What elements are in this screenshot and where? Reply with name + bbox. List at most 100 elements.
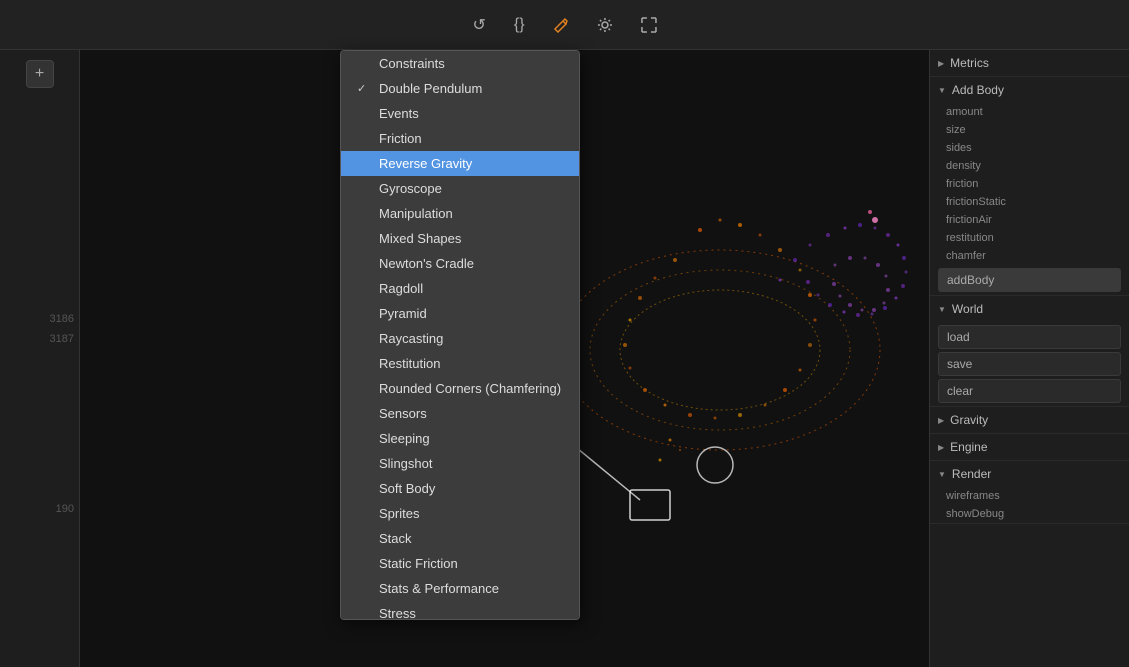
coord-y2: 3187 [0, 330, 78, 345]
settings-button[interactable] [589, 13, 621, 37]
metrics-header[interactable]: ▶ Metrics [930, 50, 1129, 76]
dropdown-label-reverse-gravity: Reverse Gravity [379, 156, 472, 171]
dropdown-item-newtons-cradle[interactable]: Newton's Cradle [341, 251, 579, 276]
dropdown-label-constraints: Constraints [379, 56, 445, 71]
world-load-button[interactable]: load [938, 325, 1121, 349]
dropdown-item-restitution[interactable]: Restitution [341, 351, 579, 376]
dropdown-item-raycasting[interactable]: Raycasting [341, 326, 579, 351]
render-header[interactable]: ▼ Render [930, 461, 1129, 487]
dropdown-item-double-pendulum[interactable]: ✓ Double Pendulum [341, 76, 579, 101]
refresh-button[interactable]: ↺ [464, 11, 493, 39]
prop-friction-static: frictionStatic [930, 193, 1129, 211]
prop-chamfer: chamfer [930, 247, 1129, 265]
add-body-section: ▼ Add Body amount size sides density fri… [930, 77, 1129, 296]
render-triangle: ▼ [938, 470, 946, 479]
dropdown-item-reverse-gravity[interactable]: Reverse Gravity [341, 151, 579, 176]
dropdown-label-manipulation: Manipulation [379, 206, 453, 221]
left-sidebar: + [0, 50, 80, 667]
world-clear-button[interactable]: clear [938, 379, 1121, 403]
gravity-section: ▶ Gravity [930, 407, 1129, 434]
world-label: World [952, 302, 983, 316]
dropdown-label-stack: Stack [379, 531, 412, 546]
prop-density: density [930, 157, 1129, 175]
dropdown-label-stats-performance: Stats & Performance [379, 581, 499, 596]
toolbar: ↺ {} [0, 0, 1129, 50]
gravity-label: Gravity [950, 413, 988, 427]
dropdown-label-restitution: Restitution [379, 356, 440, 371]
add-body-triangle: ▼ [938, 86, 946, 95]
dropdown-label-mixed-shapes: Mixed Shapes [379, 231, 461, 246]
dropdown-item-stats-performance[interactable]: Stats & Performance [341, 576, 579, 601]
fullscreen-icon [641, 17, 657, 33]
dropdown-item-stress[interactable]: Stress [341, 601, 579, 620]
dropdown-item-rounded-corners[interactable]: Rounded Corners (Chamfering) [341, 376, 579, 401]
dropdown-label-slingshot: Slingshot [379, 456, 432, 471]
fullscreen-button[interactable] [633, 13, 665, 37]
render-section: ▼ Render wireframes showDebug [930, 461, 1129, 524]
dropdown-label-gyroscope: Gyroscope [379, 181, 442, 196]
prop-amount: amount [930, 103, 1129, 121]
dropdown-label-sprites: Sprites [379, 506, 419, 521]
edit-button[interactable] [545, 13, 577, 37]
world-section: ▼ World load save clear [930, 296, 1129, 407]
render-label: Render [952, 467, 991, 481]
metrics-section: ▶ Metrics [930, 50, 1129, 77]
prop-friction-air: frictionAir [930, 211, 1129, 229]
dropdown-item-static-friction[interactable]: Static Friction [341, 551, 579, 576]
world-save-button[interactable]: save [938, 352, 1121, 376]
toolbar-center: ↺ {} [464, 11, 664, 39]
edit-icon [553, 17, 569, 33]
metrics-triangle: ▶ [938, 59, 944, 68]
dropdown-label-ragdoll: Ragdoll [379, 281, 423, 296]
dropdown-item-slingshot[interactable]: Slingshot [341, 451, 579, 476]
engine-header[interactable]: ▶ Engine [930, 434, 1129, 460]
dropdown-label-newtons-cradle: Newton's Cradle [379, 256, 474, 271]
dropdown-label-pyramid: Pyramid [379, 306, 427, 321]
dropdown-label-double-pendulum: Double Pendulum [379, 81, 482, 96]
add-button[interactable]: + [26, 60, 54, 88]
dropdown-label-raycasting: Raycasting [379, 331, 443, 346]
dropdown-label-friction: Friction [379, 131, 422, 146]
dropdown-item-sensors[interactable]: Sensors [341, 401, 579, 426]
dropdown-item-sleeping[interactable]: Sleeping [341, 426, 579, 451]
prop-sides: sides [930, 139, 1129, 157]
prop-restitution: restitution [930, 229, 1129, 247]
gravity-header[interactable]: ▶ Gravity [930, 407, 1129, 433]
check-mark-double-pendulum: ✓ [357, 82, 373, 95]
dropdown-item-gyroscope[interactable]: Gyroscope [341, 176, 579, 201]
dropdown-label-sensors: Sensors [379, 406, 427, 421]
dropdown-label-stress: Stress [379, 606, 416, 620]
dropdown-label-sleeping: Sleeping [379, 431, 430, 446]
code-button[interactable]: {} [506, 12, 533, 38]
prop-size: size [930, 121, 1129, 139]
dropdown-item-events[interactable]: Events [341, 101, 579, 126]
demo-dropdown: Constraints ✓ Double Pendulum Events Frictio… [340, 50, 580, 620]
dropdown-label-soft-body: Soft Body [379, 481, 435, 496]
dropdown-item-soft-body[interactable]: Soft Body [341, 476, 579, 501]
metrics-label: Metrics [950, 56, 989, 70]
prop-show-debug: showDebug [930, 505, 1129, 523]
dropdown-item-friction[interactable]: Friction [341, 126, 579, 151]
add-body-button[interactable]: addBody [938, 268, 1121, 292]
coord-y3: 190 [0, 500, 78, 515]
world-header[interactable]: ▼ World [930, 296, 1129, 322]
right-sidebar: ▶ Metrics ▼ Add Body amount size sides d… [929, 50, 1129, 667]
world-triangle: ▼ [938, 305, 946, 314]
add-body-header[interactable]: ▼ Add Body [930, 77, 1129, 103]
dropdown-item-manipulation[interactable]: Manipulation [341, 201, 579, 226]
dropdown-item-pyramid[interactable]: Pyramid [341, 301, 579, 326]
dropdown-item-sprites[interactable]: Sprites [341, 501, 579, 526]
gravity-triangle: ▶ [938, 416, 944, 425]
dropdown-item-constraints[interactable]: Constraints [341, 51, 579, 76]
coord-y1: 3186 [0, 310, 78, 325]
dropdown-item-stack[interactable]: Stack [341, 526, 579, 551]
engine-triangle: ▶ [938, 443, 944, 452]
prop-friction: friction [930, 175, 1129, 193]
engine-section: ▶ Engine [930, 434, 1129, 461]
add-body-label: Add Body [952, 83, 1004, 97]
dropdown-label-rounded-corners: Rounded Corners (Chamfering) [379, 381, 561, 396]
prop-wireframes: wireframes [930, 487, 1129, 505]
settings-icon [597, 17, 613, 33]
dropdown-item-mixed-shapes[interactable]: Mixed Shapes [341, 226, 579, 251]
dropdown-item-ragdoll[interactable]: Ragdoll [341, 276, 579, 301]
